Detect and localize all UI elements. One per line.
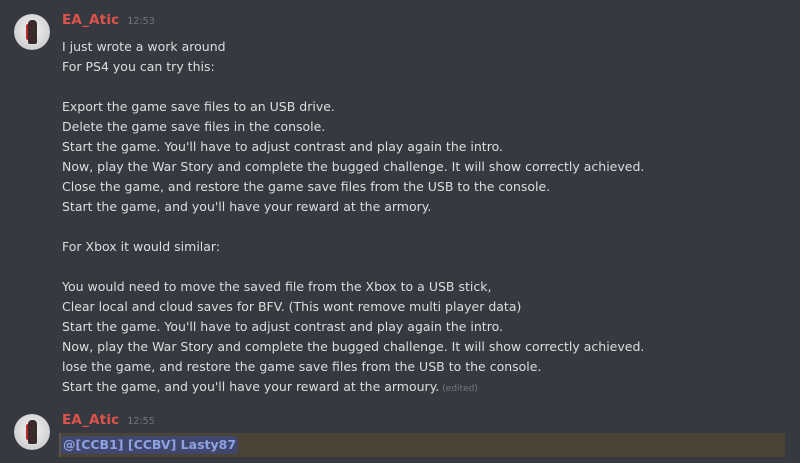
- message-line: Delete the game save files in the consol…: [62, 119, 326, 134]
- message-line: Now, play the War Story and complete the…: [62, 159, 645, 174]
- message-line: Close the game, and restore the game sav…: [62, 179, 551, 194]
- message-line: [62, 217, 644, 237]
- username[interactable]: EA_Atic: [62, 12, 119, 28]
- message-line: Export the game save files to an USB dri…: [62, 99, 335, 114]
- message-line: For Xbox it would similar:: [62, 239, 221, 254]
- user-mention[interactable]: @[CCB1] [CCBV] Lasty87: [61, 436, 239, 454]
- edited-label: (edited): [442, 384, 478, 394]
- username[interactable]: EA_Atic: [62, 412, 119, 428]
- message-line-last: Start the game, and you'll have your rew…: [62, 377, 644, 397]
- message-header: EA_Atic 12:55: [62, 412, 155, 434]
- avatar[interactable]: [14, 14, 50, 50]
- message-line: I just wrote a work around: [62, 39, 226, 54]
- message-line: Clear local and cloud saves for BFV. (Th…: [62, 299, 522, 314]
- message-text: Start the game, and you'll have your rew…: [62, 379, 440, 394]
- message-line: For PS4 you can try this:: [62, 59, 215, 74]
- message-line: Start the game, and you'll have your rew…: [62, 199, 432, 214]
- timestamp: 12:53: [127, 16, 155, 27]
- message-line: Now, play the War Story and complete the…: [62, 339, 645, 354]
- message-content: I just wrote a work around For PS4 you c…: [62, 37, 644, 397]
- message-line: [62, 77, 644, 97]
- message-line: Start the game. You'll have to adjust co…: [62, 139, 503, 154]
- message-line: Start the game. You'll have to adjust co…: [62, 319, 503, 334]
- message-line: You would need to move the saved file fr…: [62, 279, 492, 294]
- timestamp: 12:55: [127, 416, 155, 427]
- avatar[interactable]: [14, 414, 50, 450]
- message-line: lose the game, and restore the game save…: [62, 359, 542, 374]
- message-line: [62, 257, 644, 277]
- message-header: EA_Atic 12:53: [62, 12, 155, 34]
